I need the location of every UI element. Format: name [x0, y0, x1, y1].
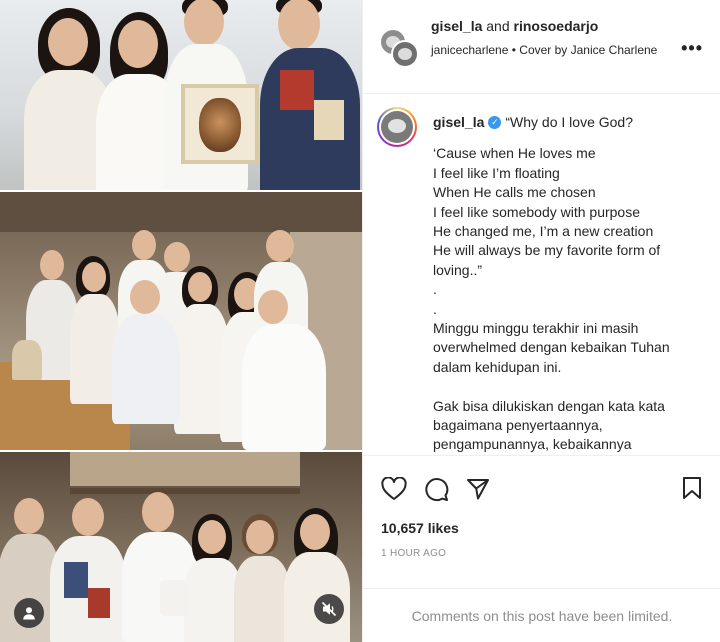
caption-line: pengampunannya, kebaikannya — [433, 436, 632, 453]
save-button[interactable] — [681, 476, 707, 502]
bookmark-icon — [683, 477, 701, 499]
cake — [160, 580, 190, 616]
post-timestamp[interactable]: 1 HOUR AGO — [381, 548, 446, 559]
caption-line: I feel like I’m floating — [433, 164, 560, 181]
comment-button[interactable] — [423, 476, 449, 502]
caption-line: When He calls me chosen — [433, 184, 596, 201]
collab-usernames: gisel_la and rinosoedarjo — [431, 18, 598, 34]
audio-user[interactable]: janicecharlene — [431, 43, 508, 57]
verified-badge-icon: ✓ — [488, 116, 502, 130]
caption-line: loving..” — [433, 261, 483, 278]
post-media[interactable] — [0, 0, 362, 642]
collab-avatars[interactable] — [379, 28, 419, 68]
post-header: gisel_la and rinosoedarjo janicecharlene… — [363, 0, 720, 94]
more-icon: ••• — [681, 38, 703, 58]
user-tag-button[interactable] — [14, 598, 44, 628]
audio-title[interactable]: Cover by Janice Charlene — [519, 43, 657, 57]
username-link[interactable]: rinosoedarjo — [514, 18, 599, 34]
and-text: and — [486, 18, 510, 34]
caption-avatar[interactable] — [377, 107, 417, 147]
mute-icon — [321, 601, 337, 617]
avatar — [391, 40, 419, 68]
user-tag-icon — [23, 607, 35, 620]
post-actions: 10,657 likes 1 HOUR AGO Comments on this… — [363, 455, 720, 642]
caption-line: dalam kehidupan ini. — [433, 358, 562, 375]
caption-line: . — [433, 300, 437, 317]
caption-line: I feel like somebody with purpose — [433, 203, 640, 220]
audio-separator: • — [511, 43, 516, 57]
caption-line: “Why do I love God? — [505, 114, 633, 130]
audio-attribution[interactable]: janicecharlene • Cover by Janice Charlen… — [431, 41, 661, 59]
caption-line: Gak bisa dilukiskan dengan kata kata — [433, 397, 665, 414]
avatar — [381, 111, 413, 143]
photo-panel-top — [0, 0, 362, 190]
username-link[interactable]: gisel_la — [431, 18, 482, 34]
caption-line: . — [433, 281, 437, 298]
caption-line: Minggu minggu terakhir ini masih — [433, 320, 639, 337]
jesus-painting — [181, 84, 259, 164]
caption-line: He will always be my favorite form of — [433, 242, 661, 259]
more-options-button[interactable]: ••• — [681, 38, 703, 59]
caption-area: gisel_la ✓ “Why do I love God? ‘Cause wh… — [363, 95, 720, 455]
share-button[interactable] — [465, 476, 491, 502]
caption-username[interactable]: gisel_la — [433, 113, 484, 132]
photo-panel-middle — [0, 192, 362, 450]
likes-count[interactable]: 10,657 likes — [381, 520, 459, 536]
caption-text: gisel_la ✓ “Why do I love God? ‘Cause wh… — [433, 113, 705, 455]
mute-button[interactable] — [314, 594, 344, 624]
caption-line: He changed me, I’m a new creation — [433, 223, 654, 240]
share-icon — [467, 479, 489, 500]
comments-limited-notice: Comments on this post have been limited. — [363, 588, 720, 642]
post-side-panel: gisel_la and rinosoedarjo janicecharlene… — [362, 0, 720, 642]
caption-line: ‘Cause when He loves me — [433, 145, 596, 162]
caption-line: bagaimana penyertaannya, — [433, 417, 603, 434]
caption-line: overwhelmed dengan kebaikan Tuhan — [433, 339, 670, 356]
comment-icon — [424, 477, 448, 501]
like-button[interactable] — [381, 476, 407, 502]
heart-icon — [381, 477, 407, 500]
